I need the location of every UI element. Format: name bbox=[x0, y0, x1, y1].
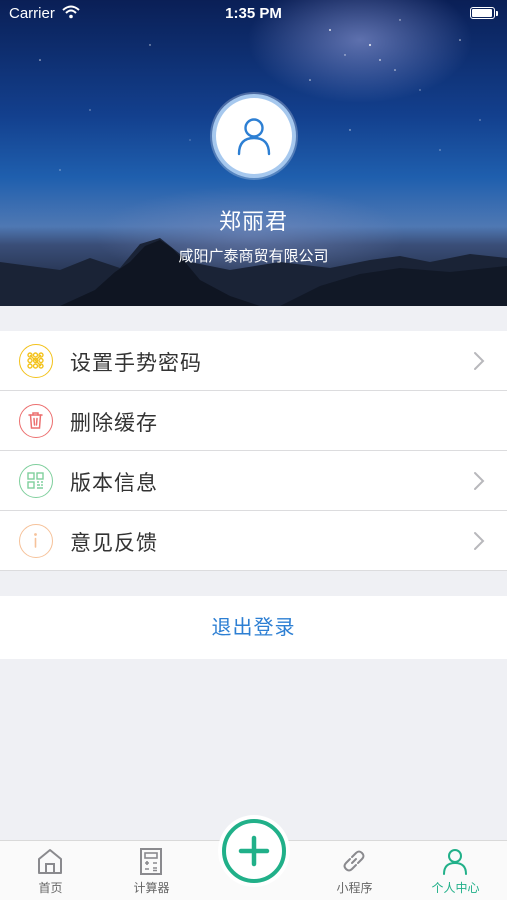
home-icon bbox=[38, 849, 62, 874]
tab-mini-program[interactable]: 小程序 bbox=[304, 841, 405, 900]
tab-home[interactable]: 首页 bbox=[0, 841, 101, 900]
battery-icon bbox=[470, 7, 498, 19]
logout-button[interactable]: 退出登录 bbox=[0, 596, 507, 659]
user-icon bbox=[443, 849, 467, 875]
status-bar: Carrier 1:35 PM bbox=[0, 0, 507, 28]
settings-menu: 设置手势密码 删除缓存 版本信息 意见反馈 bbox=[0, 331, 507, 571]
tab-label: 小程序 bbox=[336, 881, 373, 895]
menu-item-version-info[interactable]: 版本信息 bbox=[0, 451, 507, 511]
tab-label: 计算器 bbox=[133, 881, 170, 895]
plus-icon bbox=[238, 835, 270, 867]
menu-item-label: 设置手势密码 bbox=[70, 351, 202, 375]
avatar[interactable] bbox=[212, 94, 296, 178]
gesture-grid-icon bbox=[19, 344, 53, 378]
link-icon bbox=[343, 850, 365, 872]
menu-item-label: 版本信息 bbox=[70, 471, 158, 495]
menu-item-label: 意见反馈 bbox=[70, 531, 158, 555]
menu-item-label: 删除缓存 bbox=[70, 411, 158, 435]
trash-icon bbox=[19, 404, 53, 438]
company-name: 咸阳广泰商贸有限公司 bbox=[178, 247, 329, 265]
qrcode-icon bbox=[19, 464, 53, 498]
status-time: 1:35 PM bbox=[225, 5, 282, 22]
tab-profile[interactable]: 个人中心 bbox=[405, 841, 506, 900]
tab-calculator[interactable]: 计算器 bbox=[101, 841, 202, 900]
calculator-icon bbox=[140, 848, 162, 875]
user-name: 郑丽君 bbox=[218, 210, 288, 235]
battery-level bbox=[472, 9, 492, 17]
chevron-right-icon bbox=[474, 472, 485, 490]
profile-header: Carrier 1:35 PM 郑丽君 咸阳广泰商贸有限公司 bbox=[0, 0, 507, 306]
tab-label: 个人中心 bbox=[431, 881, 480, 895]
chevron-right-icon bbox=[474, 532, 485, 550]
chevron-right-icon bbox=[474, 352, 485, 370]
info-icon bbox=[19, 524, 53, 558]
add-button-circle bbox=[222, 819, 286, 883]
tab-label: 首页 bbox=[38, 881, 63, 895]
user-icon bbox=[237, 118, 271, 156]
menu-item-clear-cache[interactable]: 删除缓存 bbox=[0, 391, 507, 451]
menu-item-feedback[interactable]: 意见反馈 bbox=[0, 511, 507, 571]
menu-item-gesture-password[interactable]: 设置手势密码 bbox=[0, 331, 507, 391]
add-button[interactable] bbox=[218, 815, 290, 887]
